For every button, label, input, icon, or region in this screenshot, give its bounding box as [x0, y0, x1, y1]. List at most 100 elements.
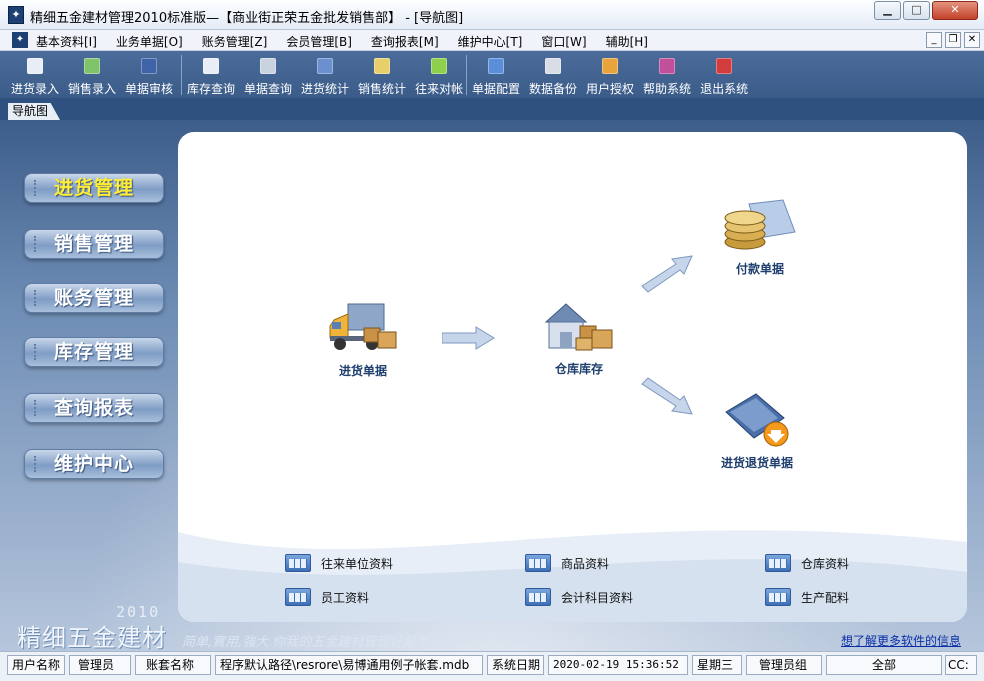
- navigation-panel: 进货单据 仓库库存 付款单据 进货退货单据 往来单位资料 商品资料 仓库资料 员…: [178, 132, 967, 622]
- status-scope: 全部: [826, 655, 942, 675]
- link-partner-info-label: 往来单位资料: [321, 556, 394, 571]
- link-accounting-subjects-label: 会计科目资料: [561, 590, 634, 605]
- purchase-doc-node[interactable]: 进货单据: [326, 298, 400, 379]
- menu-basic-data[interactable]: 基本资料[I]: [36, 33, 97, 50]
- mdi-controls: _ ❐ ✕: [926, 32, 980, 48]
- status-user-label: 用户名称: [7, 655, 65, 675]
- table-icon: [285, 588, 311, 606]
- user-auth-label: 用户授权: [586, 82, 635, 96]
- brand-product-name: 精细五金建材: [17, 624, 167, 652]
- sales-entry-label: 销售录入: [68, 82, 117, 96]
- link-employee-info[interactable]: 员工资料: [285, 588, 369, 606]
- exit-label: 退出系统: [700, 82, 749, 96]
- window-controls: ▁ □ ✕: [874, 1, 978, 20]
- main-area: 进货管理 销售管理 账务管理 库存管理 查询报表 维护中心 进货单据 仓库库存 …: [0, 120, 984, 652]
- nav-inventory-management[interactable]: 库存管理: [24, 337, 164, 367]
- status-user-group: 管理员组: [746, 655, 822, 675]
- account-reconcile-label: 往来对帐: [415, 82, 464, 96]
- window-title: 精细五金建材管理2010标准版—【商业街正荣五金批发销售部】 - [导航图]: [30, 11, 464, 26]
- exit-icon: [716, 58, 733, 74]
- nav-account-management[interactable]: 账务管理: [24, 283, 164, 313]
- inventory-search-button[interactable]: 库存查询: [187, 54, 235, 97]
- flow-arrow-right-icon: [442, 326, 495, 350]
- mdi-close-button[interactable]: ✕: [964, 32, 980, 48]
- doc-search-button[interactable]: 单据查询: [244, 54, 292, 97]
- nav-sales-management[interactable]: 销售管理: [24, 229, 164, 259]
- backup-button[interactable]: 数据备份: [529, 54, 577, 97]
- close-button[interactable]: ✕: [932, 1, 978, 20]
- link-product-info[interactable]: 商品资料: [525, 554, 609, 572]
- payment-doc-node[interactable]: 付款单据: [723, 198, 797, 277]
- purchase-stats-button[interactable]: 进货统计: [301, 54, 349, 97]
- link-partner-info[interactable]: 往来单位资料: [285, 554, 393, 572]
- inventory-search-icon: [203, 58, 219, 74]
- flow-arrow-up-icon: [641, 255, 693, 293]
- nav-maintenance-center[interactable]: 维护中心: [24, 449, 164, 479]
- minimize-button[interactable]: ▁: [874, 1, 901, 20]
- title-bar: ✦ 精细五金建材管理2010标准版—【商业街正荣五金批发销售部】 - [导航图]…: [0, 0, 984, 30]
- help-label: 帮助系统: [643, 82, 692, 96]
- status-mode: CC:: [945, 655, 977, 675]
- status-account-path: 程序默认路径\resrore\易博通用例子帐套.mdb: [215, 655, 483, 675]
- menu-reports[interactable]: 查询报表[M]: [371, 33, 439, 50]
- audit-button[interactable]: 单据审核: [125, 54, 173, 97]
- nav-purchase-management[interactable]: 进货管理: [24, 173, 164, 203]
- purchase-entry-icon: [27, 58, 43, 74]
- doc-search-label: 单据查询: [244, 82, 293, 96]
- status-account-label: 账套名称: [135, 655, 211, 675]
- inventory-search-label: 库存查询: [187, 82, 236, 96]
- purchase-doc-label: 进货单据: [338, 364, 387, 378]
- warehouse-stock-node[interactable]: 仓库库存: [540, 300, 618, 377]
- mdi-minimize-button[interactable]: _: [926, 32, 942, 48]
- purchase-return-doc-label: 进货退货单据: [720, 456, 793, 470]
- link-product-info-label: 商品资料: [561, 556, 610, 571]
- more-info-link[interactable]: 想了解更多软件的信息: [841, 632, 961, 649]
- app-logo-icon[interactable]: ✦: [8, 6, 24, 24]
- link-warehouse-info-label: 仓库资料: [801, 556, 850, 571]
- link-warehouse-info[interactable]: 仓库资料: [765, 554, 849, 572]
- toolbar-group-query: 库存查询 单据查询 进货统计 销售统计 往来对帐: [187, 54, 472, 97]
- nav-query-reports[interactable]: 查询报表: [24, 393, 164, 423]
- menu-items: 基本资料[I] 业务单据[O] 账务管理[Z] 会员管理[B] 查询报表[M] …: [36, 33, 667, 50]
- user-auth-button[interactable]: 用户授权: [586, 54, 634, 97]
- mdi-restore-button[interactable]: ❐: [945, 32, 961, 48]
- account-reconcile-button[interactable]: 往来对帐: [415, 54, 463, 97]
- doc-config-icon: [488, 58, 504, 74]
- toolbar-group-entry: 进货录入 销售录入 单据审核: [11, 54, 182, 97]
- help-icon: [659, 58, 676, 74]
- menu-help[interactable]: 辅助[H]: [606, 33, 648, 50]
- menu-accounts[interactable]: 账务管理[Z]: [202, 33, 268, 50]
- account-reconcile-icon: [431, 58, 448, 74]
- document-tab-strip: 导航图: [0, 98, 984, 120]
- help-button[interactable]: 帮助系统: [643, 54, 691, 97]
- purchase-entry-button[interactable]: 进货录入: [11, 54, 59, 97]
- purchase-entry-label: 进货录入: [11, 82, 60, 96]
- purchase-stats-label: 进货统计: [301, 82, 350, 96]
- sales-entry-button[interactable]: 销售录入: [68, 54, 116, 97]
- mdi-child-icon[interactable]: ✦: [12, 32, 28, 48]
- menu-business-docs[interactable]: 业务单据[O]: [116, 33, 183, 50]
- sales-stats-label: 销售统计: [358, 82, 407, 96]
- status-bar: 用户名称 管理员 账套名称 程序默认路径\resrore\易博通用例子帐套.md…: [0, 651, 984, 681]
- tab-navigation-map[interactable]: 导航图: [8, 103, 61, 120]
- toolbar-separator: [181, 55, 182, 95]
- table-icon: [765, 554, 791, 572]
- sales-stats-icon: [374, 58, 391, 74]
- menu-maintenance[interactable]: 维护中心[T]: [458, 33, 523, 50]
- menu-window[interactable]: 窗口[W]: [541, 33, 586, 50]
- link-production-materials[interactable]: 生产配料: [765, 588, 849, 606]
- sales-stats-button[interactable]: 销售统计: [358, 54, 406, 97]
- link-employee-info-label: 员工资料: [321, 590, 370, 605]
- link-accounting-subjects[interactable]: 会计科目资料: [525, 588, 633, 606]
- flow-arrow-down-icon: [641, 377, 693, 415]
- status-user-value: 管理员: [69, 655, 131, 675]
- menu-members[interactable]: 会员管理[B]: [286, 33, 352, 50]
- coins-payment-icon: [724, 199, 796, 250]
- purchase-return-doc-node[interactable]: 进货退货单据: [720, 390, 794, 471]
- exit-button[interactable]: 退出系统: [700, 54, 748, 97]
- status-datetime: 2020-02-19 15:36:52: [548, 655, 688, 675]
- doc-config-button[interactable]: 单据配置: [472, 54, 520, 97]
- table-icon: [285, 554, 311, 572]
- maximize-button[interactable]: □: [903, 1, 930, 20]
- user-auth-icon: [602, 58, 619, 74]
